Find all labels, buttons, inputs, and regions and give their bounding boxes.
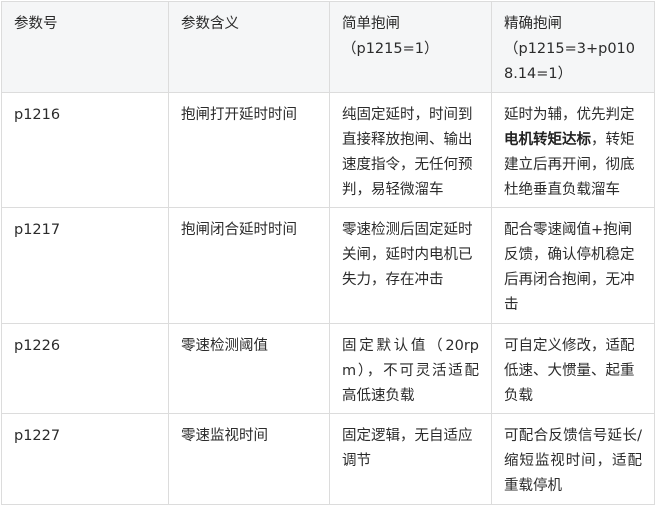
param-meaning: 抱闸闭合延时时间 xyxy=(181,222,297,238)
header-simple-brake-text: 简单抱闸 （p1215=1） xyxy=(342,16,439,57)
precise-brake-key-condition: 电机转矩达标 xyxy=(504,132,591,148)
simple-brake-description: 纯固定延时，时间到直接释放抱闸、输出速度指令，无任何预判，易轻微溜车 xyxy=(342,107,473,198)
precise-brake-description: 配合零速阈值+抱闸反馈，确认停机稳定后再闭合抱闸，无冲击 xyxy=(504,222,635,313)
cell-param: p1226 xyxy=(1,323,169,414)
brake-parameter-table-container: 参数号 参数含义 简单抱闸 （p1215=1） 精确抱闸 （p1215=3+p0… xyxy=(0,0,656,509)
cell-meaning: 零速检测阈值 xyxy=(168,323,330,414)
cell-precise: 配合零速阈值+抱闸反馈，确认停机稳定后再闭合抱闸，无冲击 xyxy=(491,207,655,324)
table-row: p1216 抱闸打开延时时间 纯固定延时，时间到直接释放抱闸、输出速度指令，无任… xyxy=(1,92,655,208)
header-param-no: 参数号 xyxy=(1,1,169,93)
param-code: p1216 xyxy=(14,107,61,123)
header-precise-brake-text: 精确抱闸 （p1215=3+p0108.14=1） xyxy=(504,16,636,82)
header-param-no-text: 参数号 xyxy=(14,16,58,32)
cell-simple: 固定默认值（20rpm），不可灵活适配高低速负载 xyxy=(329,323,492,414)
cell-param: p1217 xyxy=(1,207,169,324)
brake-parameter-table: 参数号 参数含义 简单抱闸 （p1215=1） 精确抱闸 （p1215=3+p0… xyxy=(1,1,655,505)
cell-param: p1216 xyxy=(1,92,169,208)
simple-brake-description: 零速检测后固定延时关闸，延时内电机已失力，存在冲击 xyxy=(342,222,473,288)
cell-precise: 可配合反馈信号延长/缩短监视时间，适配重载停机 xyxy=(491,413,655,505)
precise-brake-description-prefix: 延时为辅，优先判定 xyxy=(504,107,635,123)
param-meaning: 抱闸打开延时时间 xyxy=(181,107,297,123)
header-param-meaning: 参数含义 xyxy=(168,1,330,93)
precise-brake-description: 可配合反馈信号延长/缩短监视时间，适配重载停机 xyxy=(504,428,642,494)
table-header-row: 参数号 参数含义 简单抱闸 （p1215=1） 精确抱闸 （p1215=3+p0… xyxy=(1,1,655,93)
cell-meaning: 抱闸打开延时时间 xyxy=(168,92,330,208)
table-row: p1227 零速监视时间 固定逻辑，无自适应调节 可配合反馈信号延长/缩短监视时… xyxy=(1,413,655,505)
param-code: p1217 xyxy=(14,222,61,238)
param-meaning: 零速监视时间 xyxy=(181,428,268,444)
simple-brake-description: 固定逻辑，无自适应调节 xyxy=(342,428,473,469)
param-code: p1226 xyxy=(14,338,61,354)
table-row: p1226 零速检测阈值 固定默认值（20rpm），不可灵活适配高低速负载 可自… xyxy=(1,323,655,414)
param-meaning: 零速检测阈值 xyxy=(181,338,268,354)
precise-brake-description: 可自定义修改，适配低速、大惯量、起重负载 xyxy=(504,338,635,404)
cell-meaning: 抱闸闭合延时时间 xyxy=(168,207,330,324)
cell-simple: 固定逻辑，无自适应调节 xyxy=(329,413,492,505)
header-precise-brake: 精确抱闸 （p1215=3+p0108.14=1） xyxy=(491,1,655,93)
table-row: p1217 抱闸闭合延时时间 零速检测后固定延时关闸，延时内电机已失力，存在冲击… xyxy=(1,207,655,324)
cell-precise: 可自定义修改，适配低速、大惯量、起重负载 xyxy=(491,323,655,414)
cell-meaning: 零速监视时间 xyxy=(168,413,330,505)
cell-simple: 纯固定延时，时间到直接释放抱闸、输出速度指令，无任何预判，易轻微溜车 xyxy=(329,92,492,208)
header-param-meaning-text: 参数含义 xyxy=(181,16,239,32)
cell-param: p1227 xyxy=(1,413,169,505)
header-simple-brake: 简单抱闸 （p1215=1） xyxy=(329,1,492,93)
param-code: p1227 xyxy=(14,428,61,444)
simple-brake-description: 固定默认值（20rpm），不可灵活适配高低速负载 xyxy=(342,338,479,404)
cell-precise: 延时为辅，优先判定电机转矩达标，转矩建立后再开闸，彻底杜绝垂直负载溜车 xyxy=(491,92,655,208)
cell-simple: 零速检测后固定延时关闸，延时内电机已失力，存在冲击 xyxy=(329,207,492,324)
